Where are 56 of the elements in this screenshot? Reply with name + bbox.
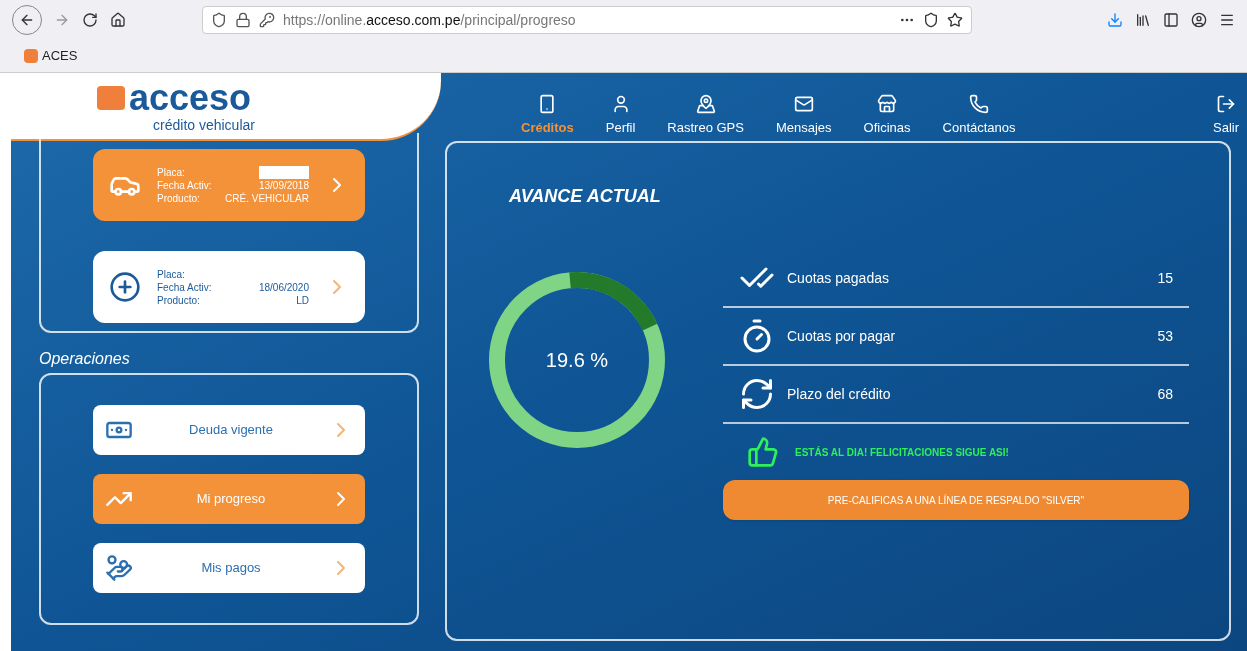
field-label: Fecha Activ:: [157, 280, 212, 294]
operation-button[interactable]: Mis pagos: [93, 543, 365, 593]
store-icon: [877, 93, 898, 114]
field-value: 13/09/2018: [257, 178, 309, 192]
menu-icon[interactable]: [1219, 12, 1235, 28]
nav-tab[interactable]: Mensajes: [775, 93, 832, 137]
field-label: Placa:: [157, 165, 186, 179]
field-value: CRÉ. VEHICULAR: [224, 191, 309, 205]
address-bar[interactable]: https://online.acceso.com.pe/principal/progreso: [202, 6, 972, 34]
logout-button[interactable]: Salir: [1213, 93, 1239, 137]
key-icon: [259, 12, 275, 28]
download-icon[interactable]: [1107, 12, 1123, 28]
sidebar-icon[interactable]: [1163, 12, 1179, 28]
logo-tagline: crédito vehicular: [153, 116, 255, 135]
stat-value: 53: [1157, 326, 1173, 346]
library-icon[interactable]: [1135, 12, 1151, 28]
logo-name: acceso: [128, 81, 252, 115]
stat-label: Cuotas pagadas: [787, 268, 890, 288]
stat-label: Plazo del crédito: [787, 384, 892, 404]
progress-reading: 19.6 %: [545, 348, 609, 373]
field-value: 18/06/2020: [257, 280, 309, 294]
stat-value: 68: [1157, 384, 1173, 404]
stat-label: Cuotas por pagar: [787, 326, 897, 346]
plus-circle-icon: [109, 271, 141, 303]
hand-coins-icon: [105, 554, 133, 582]
nav-tab[interactable]: Contáctanos: [942, 93, 1016, 137]
nav-tab[interactable]: Oficinas: [863, 93, 911, 137]
status-message: ESTÁS AL DIA! FELICITACIONES SIGUE ASI!: [795, 445, 1009, 460]
account-icon[interactable]: [1191, 12, 1207, 28]
refresh-icon: [739, 376, 775, 412]
nav-tab[interactable]: Rastreo GPS: [667, 93, 744, 137]
logout-icon: [1216, 93, 1236, 114]
field-label: Producto:: [157, 191, 201, 205]
home-icon[interactable]: [110, 12, 126, 28]
panel-title: AVANCE ACTUAL: [508, 185, 662, 208]
operation-button[interactable]: Deuda vigente: [93, 405, 365, 455]
stat-value: 15: [1157, 268, 1173, 288]
reload-icon[interactable]: [82, 12, 98, 28]
thumbs-up-icon: [747, 436, 779, 468]
field-label: Fecha Activ:: [157, 178, 212, 192]
url-text: https://online.acceso.com.pe/principal/progreso: [283, 10, 576, 30]
logo-icon: [96, 86, 125, 110]
nav-tab[interactable]: Perfil: [605, 93, 636, 137]
phone-icon: [969, 93, 990, 114]
lock-icon: [235, 12, 251, 28]
field-label: Placa:: [157, 267, 186, 281]
back-arrow-icon: [19, 12, 35, 28]
shield-icon: [211, 12, 227, 28]
bookmark-link[interactable]: ACES: [42, 46, 78, 66]
field-value: LD: [295, 293, 309, 307]
map-pin-icon: [695, 93, 716, 114]
credit-card[interactable]: Placa: Fecha Activ: 18/06/2020 Producto: LD: [93, 251, 365, 323]
field-label: Producto:: [157, 293, 201, 307]
star-icon[interactable]: [947, 12, 963, 28]
bookmark-icon: [24, 49, 38, 63]
section-title: Operaciones: [39, 349, 131, 369]
